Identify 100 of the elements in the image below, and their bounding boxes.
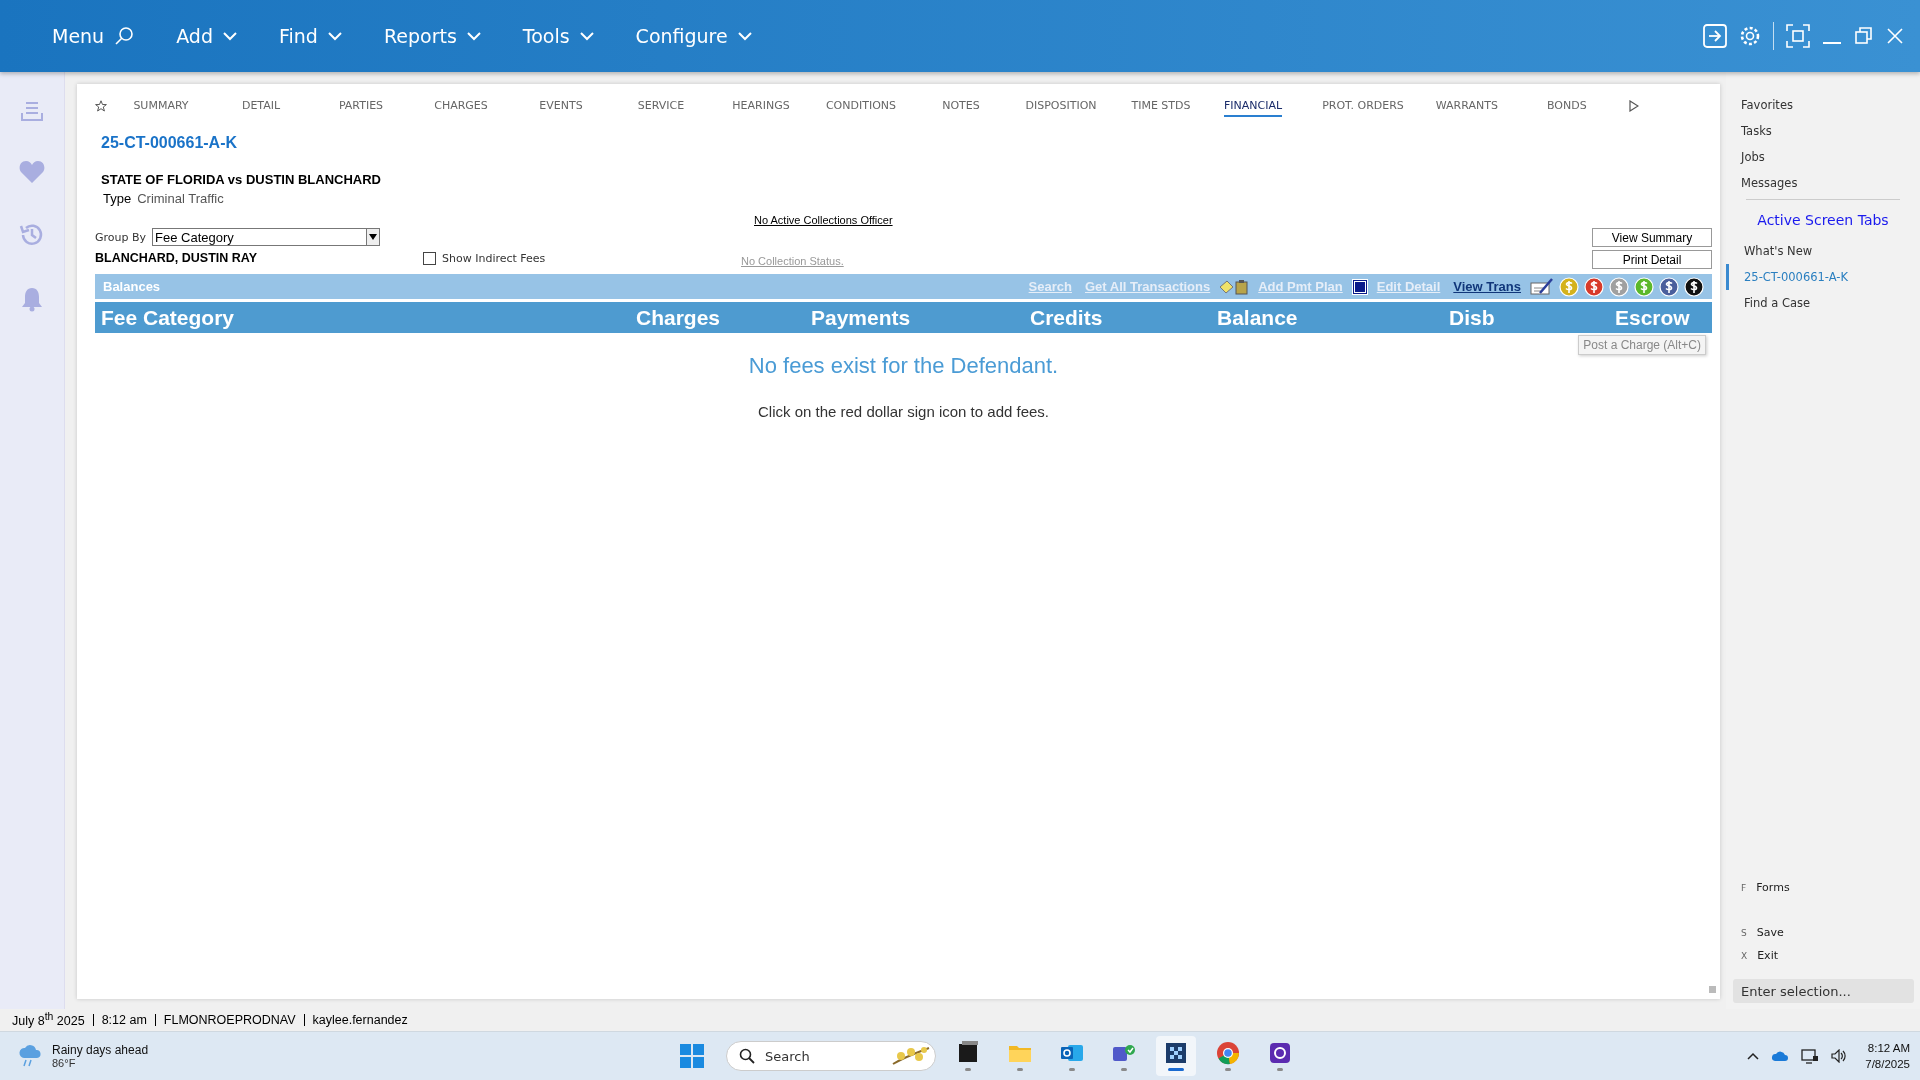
column-header: Charges [636,305,722,330]
menu-dropdown-button[interactable]: Find [260,25,360,47]
search-icon [114,26,135,46]
column-header: Credits [1030,305,1104,330]
clock-date: 7/8/2025 [1865,1057,1910,1072]
screen-tab[interactable]: Find a Case [1726,290,1920,316]
bell-icon[interactable] [21,286,43,312]
dropdown-arrow-icon [366,229,380,245]
flower-branch-icon [891,1044,931,1068]
tab[interactable]: FINANCIAL [1224,95,1283,117]
check-pen-icon[interactable] [1530,277,1554,296]
chevron-down-icon [222,31,237,41]
group-by-dropdown[interactable]: Fee Category [152,228,381,246]
restore-icon[interactable] [1854,26,1874,46]
menu-dropdown-button[interactable]: Reports [365,25,499,47]
notes-icon[interactable] [1219,278,1250,295]
star-icon[interactable] [95,100,107,112]
weather-temp: 86°F [52,1057,77,1069]
shortcut-link[interactable]: Forms [1756,881,1790,894]
start-icon[interactable] [680,1044,704,1068]
column-header: Fee Category [100,305,236,330]
hint-text: Click on the red dollar sign icon to add fees. [757,403,1050,420]
app-icon [956,1041,980,1065]
menu-search-button[interactable]: Menu [34,25,153,47]
selection-input[interactable]: Enter selection... [1733,979,1914,1003]
tab[interactable]: CONDITIONS [824,95,898,117]
tab[interactable]: SERVICE [624,95,698,117]
tab[interactable]: HEARINGS [724,95,798,117]
panel-link[interactable]: Tasks [1726,118,1920,144]
tab[interactable]: TIME STDS [1124,95,1198,117]
defendant-name: BLANCHARD, DUSTIN RAY [95,251,259,265]
app-icon [1268,1041,1292,1065]
menu-dropdown-button[interactable]: Configure [617,25,770,47]
app-icon [1216,1041,1240,1065]
case-number-link[interactable]: 25-CT-000661-A-K [101,134,1712,152]
column-header: Disb [1449,305,1496,330]
status-server: FLMONROEPRODNAV [163,1013,296,1027]
taskbar-search-field[interactable]: Search [726,1041,936,1071]
tab[interactable]: BONDS [1529,95,1604,117]
tab[interactable]: PARTIES [324,95,398,117]
sign-out-icon[interactable] [1703,24,1727,48]
screen-tab[interactable]: 25-CT-000661-A-K [1726,264,1920,290]
tab[interactable]: DISPOSITION [1024,95,1098,117]
panel-link[interactable]: Messages [1726,170,1920,196]
show-indirect-fees-checkbox[interactable] [423,252,436,265]
heart-icon[interactable] [19,160,45,184]
settings-icon[interactable] [1739,25,1761,47]
chevron-down-icon [579,31,594,41]
shortcut-key: F [1741,882,1747,893]
history-icon[interactable] [19,222,45,248]
screen-tab[interactable]: What's New [1726,238,1920,264]
dollar-coin-icon[interactable] [1684,276,1704,297]
panel-link[interactable]: Jobs [1726,144,1920,170]
empty-message: No fees exist for the Defendant. [747,353,1060,379]
column-header: Escrow [1615,305,1690,330]
tab[interactable]: WARRANTS [1429,95,1504,117]
balances-title: Balances [103,279,161,294]
shortcut-link[interactable]: Save [1756,926,1784,939]
tooltip: Post a Charge (Alt+C) [1578,335,1706,355]
tab[interactable]: SUMMARY [124,95,198,117]
section-title: Active Screen Tabs [1756,212,1890,228]
type-value: Criminal Traffic [137,191,224,206]
shortcut-link[interactable]: Exit [1757,949,1778,962]
checkbox-label: Show Indirect Fees [442,252,546,265]
shortcut-key: S [1741,927,1747,938]
action-button[interactable]: Print Detail [1592,250,1712,269]
taskbar-app[interactable] [1156,1036,1196,1076]
network-icon[interactable] [1801,1048,1820,1064]
panel-link[interactable]: Favorites [1726,92,1920,118]
menu-dropdown-button[interactable]: Add [158,25,255,47]
list-icon[interactable] [21,100,43,122]
toolbar-link[interactable]: View Trans [1453,279,1521,294]
more-tabs-icon[interactable] [1628,100,1639,112]
action-button[interactable]: View Summary [1592,228,1712,247]
menu-dropdown-button[interactable]: Tools [504,25,612,47]
shortcut-key: X [1741,950,1748,961]
dollar-coin-icon[interactable] [1659,276,1679,297]
speaker-icon[interactable] [1831,1049,1848,1063]
tab[interactable]: CHARGES [424,95,498,117]
tab[interactable]: PROT. ORDERS [1322,95,1404,117]
chevron-down-icon [737,31,752,41]
status-date: July 8$^{th}$ 2025 [12,1011,85,1029]
weather-title: Rainy days ahead [52,1043,149,1057]
resize-grip-icon[interactable] [1709,986,1716,993]
app-icon [1164,1041,1188,1065]
close-icon[interactable] [1886,27,1904,45]
cloud-icon[interactable] [1771,1050,1790,1062]
type-label: Type [103,191,132,206]
chevron-up-icon[interactable] [1747,1052,1760,1060]
column-header: Balance [1217,305,1299,330]
case-title: STATE OF FLORIDA vs DUSTIN BLANCHARD [101,172,382,187]
column-header: Payments [811,305,912,330]
chevron-down-icon [327,31,342,41]
fullscreen-icon[interactable] [1786,24,1810,48]
search-icon [739,1048,755,1064]
tab[interactable]: EVENTS [524,95,598,117]
tab[interactable]: DETAIL [224,95,298,117]
collections-officer-link[interactable]: No Active Collections Officer [754,214,1101,226]
status-time: 8:12 am [101,1013,147,1027]
tab[interactable]: NOTES [924,95,998,117]
